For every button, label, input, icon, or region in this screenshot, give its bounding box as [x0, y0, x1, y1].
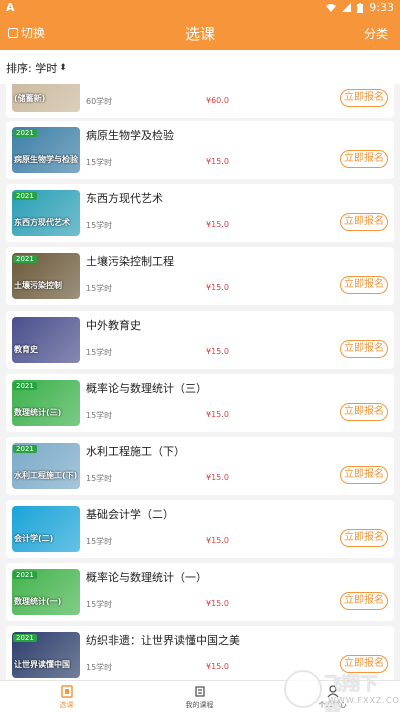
course-price: ¥15.0: [206, 536, 229, 545]
course-hours: 15学时: [86, 348, 113, 357]
course-name: 土壤污染控制工程: [86, 255, 174, 268]
sort-dropdown[interactable]: 排序: 学时 ⬍: [6, 60, 67, 76]
enroll-button[interactable]: 立即报名: [340, 592, 388, 610]
course-name: 基础会计学（二）: [86, 508, 174, 521]
course-name: 病原生物学及检验: [86, 129, 174, 142]
course-item[interactable]: 教育史 中外教育史 15学时 ¥15.0 立即报名: [6, 311, 394, 369]
course-hours: 15学时: [86, 411, 113, 420]
course-item[interactable]: 2021 数理统计(三) 概率论与数理统计（三） 15学时 ¥15.0 立即报名: [6, 374, 394, 432]
course-name: 中外教育史: [86, 319, 141, 332]
tab-course-select[interactable]: 选课: [0, 681, 133, 712]
enroll-button[interactable]: 立即报名: [340, 150, 388, 168]
course-select-icon: [60, 685, 73, 698]
enroll-button[interactable]: 立即报名: [340, 529, 388, 547]
course-item[interactable]: 会计学(二) 基础会计学（二） 15学时 ¥15.0 立即报名: [6, 500, 394, 558]
course-price: ¥15.0: [206, 662, 229, 671]
watermark-logo-icon: [284, 670, 322, 708]
course-price: ¥15.0: [206, 157, 229, 166]
course-list[interactable]: (储蓄新) 60学时 ¥60.0 立即报名 2021 病原生物学与检验 病原生物学…: [0, 84, 400, 680]
status-bar: A 9:33: [0, 0, 400, 16]
category-button[interactable]: 分类: [364, 25, 388, 42]
course-item[interactable]: 2021 东西方现代艺术 东西方现代艺术 15学时 ¥15.0 立即报名: [6, 184, 394, 242]
course-thumbnail: 会计学(二): [12, 506, 80, 552]
course-hours: 15学时: [86, 663, 113, 672]
page-title: 选课: [184, 25, 215, 43]
course-thumbnail: 2021 东西方现代艺术: [12, 190, 80, 236]
status-indicators: 9:33: [326, 1, 394, 14]
course-thumbnail: 2021 数理统计(一): [12, 569, 80, 615]
course-thumbnail: 2021 土壤污染控制: [12, 253, 80, 299]
tab-my-courses[interactable]: 我的课程: [133, 681, 266, 712]
course-thumbnail: 2021 数理统计(三): [12, 380, 80, 426]
course-thumbnail: 2021 让世界读懂中国: [12, 632, 80, 678]
course-name: 水利工程施工（下）: [86, 445, 185, 458]
tab-label: 选课: [59, 701, 74, 709]
course-item[interactable]: 2021 数理统计(一) 概率论与数理统计（一） 15学时 ¥15.0 立即报名: [6, 563, 394, 621]
course-price: ¥15.0: [206, 283, 229, 292]
course-name: 纺织非遗：让世界读懂中国之美: [86, 634, 240, 647]
signal-icon: [342, 3, 352, 12]
watermark-text: 飞翔下载: [324, 674, 378, 712]
course-hours: 15学时: [86, 221, 113, 230]
course-item[interactable]: (储蓄新) 60学时 ¥60.0 立即报名: [6, 84, 394, 118]
course-price: ¥60.0: [206, 96, 229, 105]
course-price: ¥15.0: [206, 220, 229, 229]
enroll-button[interactable]: 立即报名: [340, 403, 388, 421]
my-courses-icon: [194, 686, 205, 697]
course-thumbnail: 教育史: [12, 317, 80, 363]
sort-bar: 排序: 学时 ⬍: [0, 50, 400, 84]
course-item[interactable]: 2021 病原生物学与检验 病原生物学及检验 15学时 ¥15.0 立即报名: [6, 121, 394, 179]
course-name: 概率论与数理统计（三）: [86, 382, 207, 395]
course-price: ¥15.0: [206, 410, 229, 419]
watermark-url: WWW.FXXZ.COM: [328, 696, 400, 705]
course-hours: 60学时: [86, 97, 113, 106]
course-hours: 15学时: [86, 474, 113, 483]
app-notification-icon: A: [6, 1, 15, 14]
battery-icon: [357, 2, 364, 13]
course-thumbnail: 2021 水利工程施工(下): [12, 443, 80, 489]
course-thumbnail: 2021 病原生物学与检验: [12, 127, 80, 173]
sort-label: 排序: 学时: [6, 62, 58, 75]
enroll-button[interactable]: 立即报名: [340, 89, 388, 107]
course-name: 概率论与数理统计（一）: [86, 571, 207, 584]
course-price: ¥15.0: [206, 347, 229, 356]
enroll-button[interactable]: 立即报名: [340, 276, 388, 294]
course-item[interactable]: 2021 土壤污染控制 土壤污染控制工程 15学时 ¥15.0 立即报名: [6, 247, 394, 305]
clock: 9:33: [369, 1, 394, 14]
enroll-button[interactable]: 立即报名: [340, 340, 388, 358]
course-price: ¥15.0: [206, 473, 229, 482]
course-hours: 15学时: [86, 158, 113, 167]
course-item[interactable]: 2021 水利工程施工(下) 水利工程施工（下） 15学时 ¥15.0 立即报名: [6, 437, 394, 495]
sort-arrow-icon: ⬍: [59, 63, 67, 73]
watermark: 飞翔下载 WWW.FXXZ.COM: [284, 668, 400, 712]
course-price: ¥15.0: [206, 599, 229, 608]
course-hours: 15学时: [86, 284, 113, 293]
course-name: 东西方现代艺术: [86, 192, 163, 205]
wifi-icon: [326, 4, 337, 12]
tab-label: 我的课程: [185, 701, 214, 709]
enroll-button[interactable]: 立即报名: [340, 213, 388, 231]
enroll-button[interactable]: 立即报名: [340, 466, 388, 484]
course-hours: 15学时: [86, 600, 113, 609]
course-hours: 15学时: [86, 537, 113, 546]
top-nav-bar: 切换 选课 分类: [0, 16, 400, 50]
course-thumbnail: (储蓄新): [12, 84, 80, 112]
